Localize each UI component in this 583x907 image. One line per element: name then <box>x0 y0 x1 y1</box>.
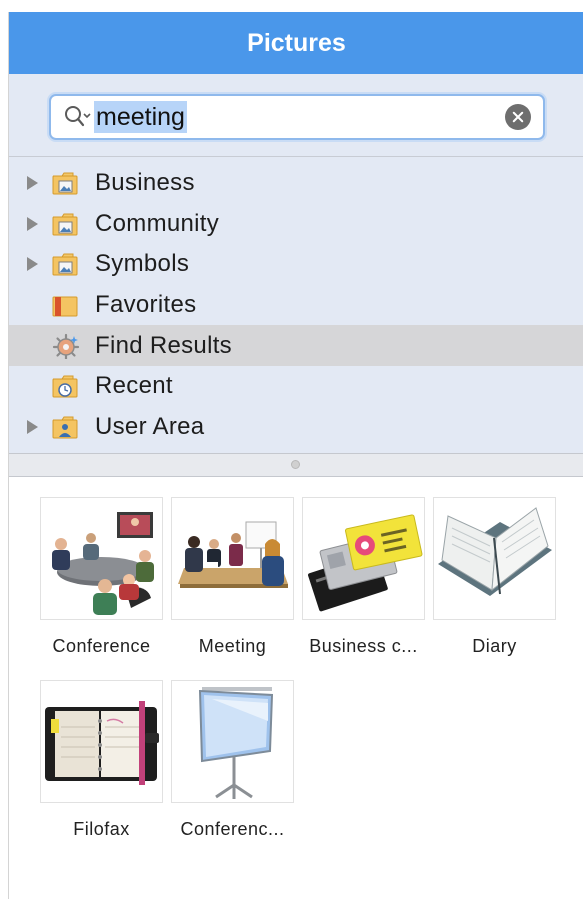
tree-item-label: Recent <box>95 372 173 400</box>
panel-title: Pictures <box>247 28 346 57</box>
category-tree: Business Community Symbols Favorites Fin… <box>9 157 583 453</box>
title-bar: Pictures <box>9 12 583 74</box>
tree-item-favorites[interactable]: Favorites <box>9 285 583 326</box>
gallery-item-label: Conference <box>52 636 151 656</box>
gallery-item-label: Business c... <box>309 636 418 656</box>
gallery-item-label: Meeting <box>198 636 267 656</box>
tree-item-business[interactable]: Business <box>9 163 583 204</box>
disclosure-triangle-icon[interactable] <box>27 419 38 434</box>
disclosure-triangle-icon[interactable] <box>27 216 38 231</box>
tree-item-label: Business <box>95 169 195 197</box>
meeting-thumbnail[interactable] <box>171 497 294 620</box>
search-input[interactable]: meeting <box>94 101 187 133</box>
find-results-icon <box>51 333 81 360</box>
picture-folder-icon <box>51 211 81 237</box>
filofax-thumbnail[interactable] <box>40 680 163 803</box>
tree-item-community[interactable]: Community <box>9 204 583 245</box>
diary-thumbnail[interactable] <box>433 497 556 620</box>
tree-item-label: Community <box>95 209 220 237</box>
tree-item-label: Favorites <box>95 291 197 319</box>
search-field[interactable]: meeting <box>49 94 545 140</box>
pane-splitter[interactable] <box>9 453 583 477</box>
search-area: meeting <box>9 74 583 157</box>
results-gallery: Conference Meeting Business c... Diary F… <box>9 477 583 907</box>
tree-item-recent[interactable]: Recent <box>9 366 583 407</box>
tree-item-label: Find Results <box>95 331 232 359</box>
user-folder-icon <box>51 414 81 440</box>
gallery-item-filofax[interactable]: Filofax <box>40 680 163 840</box>
conference-thumbnail[interactable] <box>40 497 163 620</box>
tree-item-symbols[interactable]: Symbols <box>9 244 583 285</box>
gallery-item-conference-screen[interactable]: Conferenc... <box>171 680 294 840</box>
picture-folder-icon <box>51 170 81 196</box>
tree-item-label: Symbols <box>95 250 190 278</box>
pictures-panel: Pictures meeting Business Community Symb… <box>8 12 583 907</box>
gallery-item-meeting[interactable]: Meeting <box>171 497 294 657</box>
business-cards-thumbnail[interactable] <box>302 497 425 620</box>
recent-folder-icon <box>51 373 81 399</box>
gallery-item-conference[interactable]: Conference <box>40 497 163 657</box>
gallery-item-label: Conferenc... <box>180 819 285 839</box>
gallery-item-label: Diary <box>472 636 517 656</box>
clear-search-icon[interactable] <box>505 104 531 130</box>
conference-screen-thumbnail[interactable] <box>171 680 294 803</box>
gallery-item-business-cards[interactable]: Business c... <box>302 497 425 657</box>
gallery-item-label: Filofax <box>73 819 130 839</box>
tree-item-label: User Area <box>95 412 205 440</box>
picture-folder-icon <box>51 251 81 277</box>
gallery-item-diary[interactable]: Diary <box>433 497 556 657</box>
favorites-folder-icon <box>51 292 81 318</box>
disclosure-triangle-icon[interactable] <box>27 176 38 191</box>
splitter-handle[interactable] <box>291 460 300 469</box>
tree-item-find-results[interactable]: Find Results <box>9 325 583 366</box>
search-icon[interactable] <box>63 104 93 130</box>
disclosure-triangle-icon[interactable] <box>27 257 38 272</box>
tree-item-user-area[interactable]: User Area <box>9 407 583 448</box>
